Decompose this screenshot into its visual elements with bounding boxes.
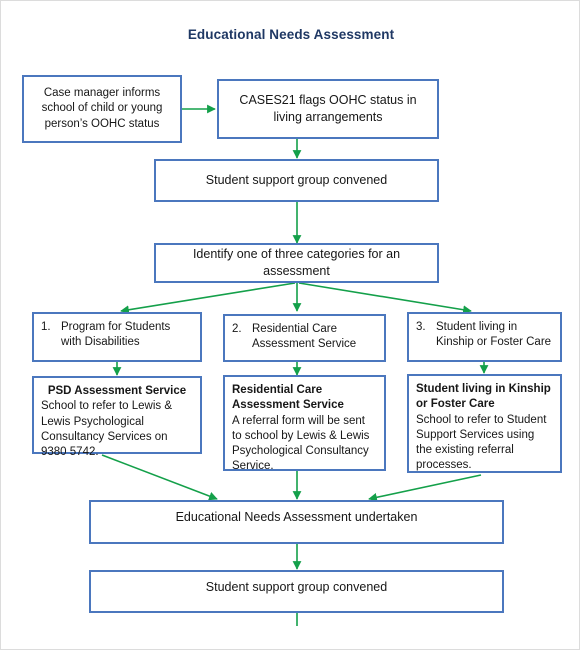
node-category-3-number: 3.: [416, 321, 426, 333]
node-category-2-number: 2.: [232, 323, 242, 335]
node-case-manager-label: Case manager informs school of child or …: [41, 87, 163, 130]
node-detail-psd-heading: PSD Assessment Service: [47, 385, 187, 397]
node-detail-residential-care: Residential Care Assessment Service A re…: [223, 375, 386, 472]
node-student-support-group-top-label: Student support group convened: [205, 173, 388, 188]
node-ena-undertaken-label: Educational Needs Assessment undertaken: [175, 510, 418, 524]
node-identify-categories: Identify one of three categories for an …: [154, 243, 439, 283]
node-detail-psd: PSD Assessment Service School to refer t…: [32, 376, 202, 458]
node-ena-undertaken: Educational Needs Assessment undertaken: [89, 500, 504, 544]
node-student-support-group-bottom: Student support group convened: [89, 570, 504, 613]
node-detail-kinship-foster: Student living in Kinship or Foster Care…: [407, 374, 562, 473]
node-category-1-label: Program for Students with Disabilities: [61, 321, 171, 349]
node-category-3: 3. Student living in Kinship or Foster C…: [407, 312, 562, 362]
node-student-support-group-top: Student support group convened: [154, 159, 439, 202]
page-title: Educational Needs Assessment: [187, 27, 395, 42]
node-identify-categories-label: Identify one of three categories for an …: [192, 247, 401, 278]
node-category-1: 1. Program for Students with Disabilitie…: [32, 312, 202, 362]
node-case-manager: Case manager informs school of child or …: [22, 75, 182, 143]
node-student-support-group-bottom-label: Student support group convened: [205, 580, 388, 594]
node-cases21: CASES21 flags OOHC status in living arra…: [217, 79, 439, 139]
node-detail-residential-care-body: A referral form will be sent to school b…: [232, 414, 370, 473]
node-detail-residential-care-heading: Residential Care Assessment Service: [232, 384, 344, 412]
node-cases21-label: CASES21 flags OOHC status in living arra…: [239, 93, 417, 124]
node-category-2-label: Residential Care Assessment Service: [252, 323, 357, 351]
node-detail-kinship-foster-body: School to refer to Student Support Servi…: [416, 413, 547, 472]
node-category-1-number: 1.: [41, 321, 51, 333]
node-category-2: 2. Residential Care Assessment Service: [223, 314, 386, 362]
node-detail-kinship-foster-heading: Student living in Kinship or Foster Care: [416, 383, 551, 411]
flowchart-page: Educational Needs Assessment Case manage…: [0, 0, 580, 650]
node-category-3-label: Student living in Kinship or Foster Care: [436, 321, 552, 349]
node-detail-psd-body: School to refer to Lewis & Lewis Psychol…: [41, 400, 173, 459]
